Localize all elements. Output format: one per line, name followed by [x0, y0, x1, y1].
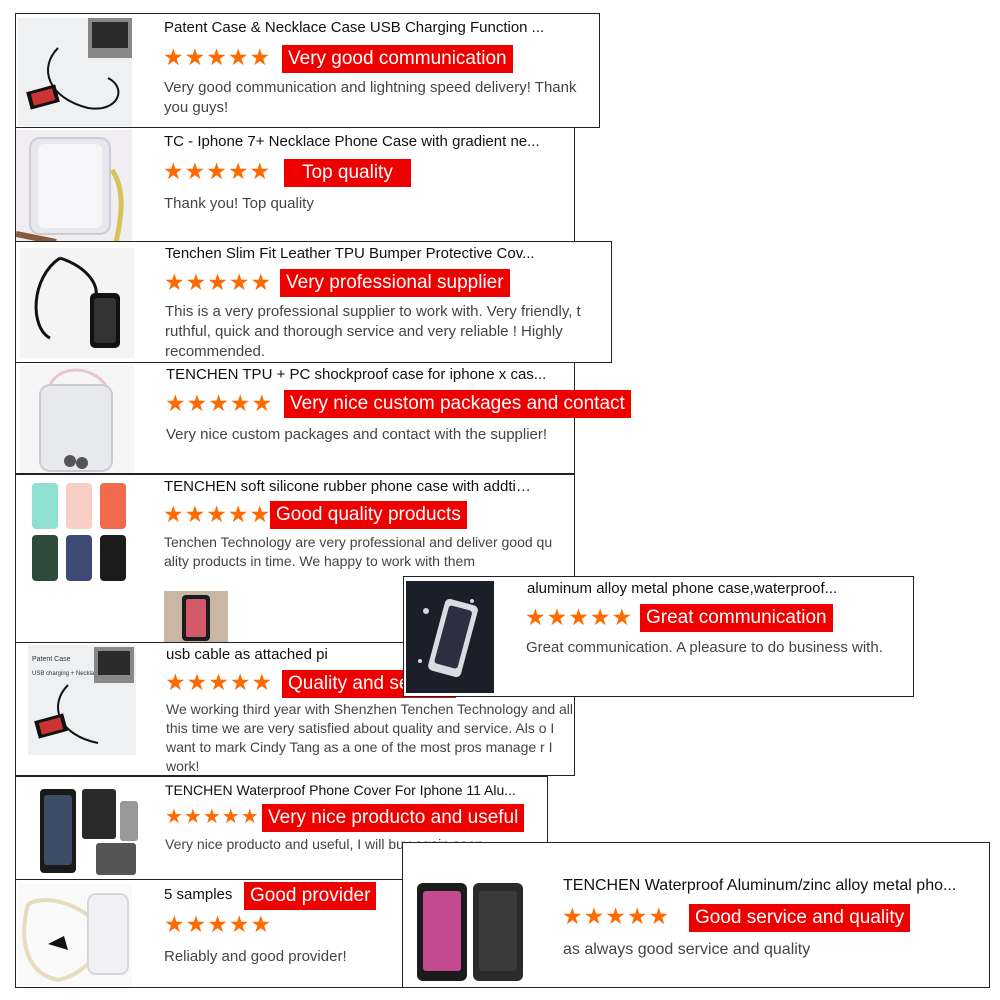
product-thumbnail[interactable]: [20, 248, 134, 358]
review-tag: Very nice producto and useful: [262, 804, 525, 832]
product-thumbnail[interactable]: [20, 365, 134, 473]
review-text: Very good communication and lightning sp…: [164, 79, 577, 116]
review-tag: Top quality: [284, 159, 411, 187]
review-tag: Very good communication: [282, 45, 513, 73]
product-title[interactable]: TENCHEN TPU + PC shockproof case for iph…: [166, 366, 566, 383]
review-tag: Very professional supplier: [280, 269, 510, 297]
review-text: Tenchen Technology are very professional…: [164, 534, 553, 569]
product-thumbnail[interactable]: [36, 781, 140, 879]
product-title[interactable]: TENCHEN Waterproof Aluminum/zinc alloy m…: [563, 877, 981, 895]
review-card-6: aluminum alloy metal phone case,waterpro…: [403, 576, 914, 697]
review-tag: Great communication: [640, 604, 833, 632]
review-card-2: TC - Iphone 7+ Necklace Phone Case with …: [15, 127, 575, 243]
product-thumbnail[interactable]: Patent Case USB charging + Necklace: [28, 645, 136, 755]
review-card-1: Patent Case & Necklace Case USB Charging…: [15, 13, 600, 128]
review-text: We working third year with Shenzhen Tenc…: [166, 701, 574, 774]
rating-stars: ★★★★★: [164, 912, 273, 938]
rating-stars: ★★★★★: [165, 670, 274, 696]
product-thumbnail[interactable]: [18, 18, 132, 126]
product-title[interactable]: Tenchen Slim Fit Leather TPU Bumper Prot…: [165, 245, 595, 262]
product-title[interactable]: Patent Case & Necklace Case USB Charging…: [164, 19, 594, 36]
review-tag: Good quality products: [270, 501, 467, 529]
rating-stars: ★★★★★: [165, 804, 260, 828]
rating-stars: ★★★★★: [164, 270, 273, 296]
review-text: Great communication. A pleasure to do bu…: [526, 639, 883, 656]
review-tag: Very nice custom packages and contact: [284, 390, 631, 418]
review-tag: Good provider: [244, 882, 377, 910]
product-thumbnail[interactable]: [409, 877, 527, 985]
product-title[interactable]: TENCHEN Waterproof Phone Cover For Iphon…: [165, 782, 535, 798]
product-title[interactable]: TENCHEN soft silicone rubber phone case …: [164, 478, 534, 495]
product-thumbnail[interactable]: [16, 130, 132, 242]
rating-stars: ★★★★★: [525, 605, 634, 631]
product-title[interactable]: 5 samples: [164, 886, 254, 903]
review-card-3: Tenchen Slim Fit Leather TPU Bumper Prot…: [15, 241, 612, 363]
thumb-label-1: Patent Case: [32, 656, 71, 663]
rating-stars: ★★★★★: [163, 502, 272, 528]
review-card-9: 5 samples Good provider ★★★★★ Reliably a…: [15, 879, 403, 988]
product-thumbnail[interactable]: [18, 884, 132, 986]
review-text: Thank you! Top quality: [164, 195, 314, 212]
review-text: Very nice custom packages and contact wi…: [166, 426, 548, 443]
rating-stars: ★★★★★: [163, 159, 272, 185]
review-text: This is a very professional supplier to …: [165, 303, 581, 360]
product-thumbnail[interactable]: [24, 479, 134, 585]
product-title[interactable]: usb cable as attached pi: [166, 646, 404, 663]
rating-stars: ★★★★★: [165, 391, 274, 417]
product-title[interactable]: aluminum alloy metal phone case,waterpro…: [527, 580, 897, 597]
review-card-4: TENCHEN TPU + PC shockproof case for iph…: [15, 362, 631, 474]
rating-stars: ★★★★★: [562, 904, 671, 930]
review-text: Reliably and good provider!: [164, 948, 347, 965]
review-tag: Good service and quality: [689, 904, 911, 932]
review-card-10: TENCHEN Waterproof Aluminum/zinc alloy m…: [402, 842, 990, 988]
thumb-label-2: USB charging + Necklace: [32, 671, 101, 677]
attached-photo[interactable]: [164, 591, 228, 643]
rating-stars: ★★★★★: [163, 45, 272, 71]
review-text: as always good service and quality: [563, 941, 811, 958]
product-title[interactable]: TC - Iphone 7+ Necklace Phone Case with …: [164, 133, 569, 150]
product-thumbnail[interactable]: [406, 581, 494, 693]
